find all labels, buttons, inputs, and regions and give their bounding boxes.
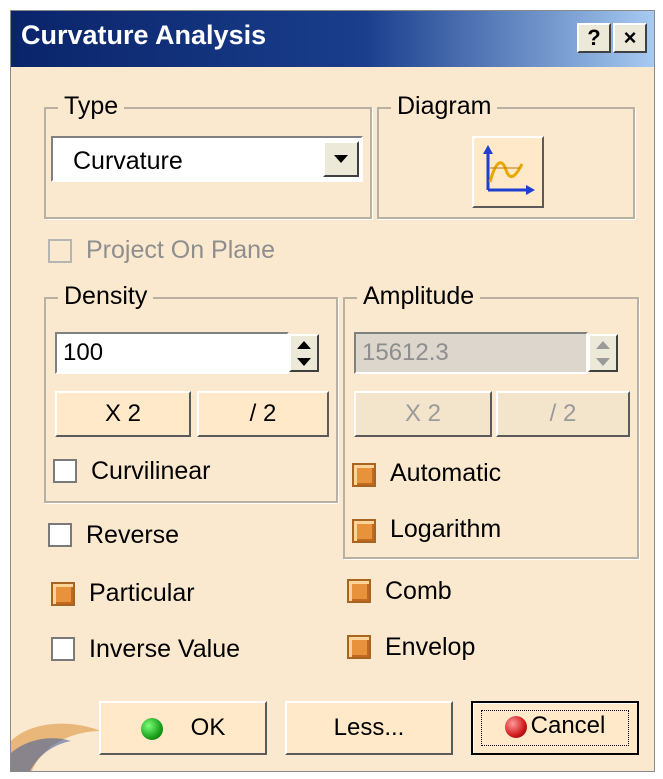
curve-diagram-icon (483, 145, 535, 195)
ok-button-label: OK (190, 714, 226, 741)
diagram-group: Diagram (377, 92, 635, 219)
curvilinear-label: Curvilinear (91, 457, 211, 485)
type-dropdown-button[interactable] (323, 141, 359, 177)
reverse-label: Reverse (86, 521, 180, 549)
inverse-value-label: Inverse Value (89, 635, 241, 663)
envelop-option[interactable] (347, 635, 371, 659)
project-on-plane-checkbox[interactable] (48, 239, 72, 263)
amplitude-group-title: Amplitude (357, 282, 481, 311)
density-spin-up[interactable] (291, 336, 317, 353)
envelop-label: Envelop (385, 633, 476, 661)
focus-rect (481, 710, 629, 746)
particular-label: Particular (89, 579, 195, 607)
amplitude-div2-button[interactable]: / 2 (496, 391, 630, 437)
density-group-title: Density (58, 282, 154, 311)
amplitude-group: Amplitude 15612.3 X 2 / 2 Automatic Loga… (343, 282, 639, 559)
less-button[interactable]: Less... (285, 701, 453, 755)
density-input[interactable]: 100 (55, 332, 289, 374)
reverse-checkbox[interactable] (48, 523, 72, 547)
automatic-option[interactable] (352, 463, 376, 487)
chevron-down-icon (334, 155, 348, 163)
close-button[interactable]: × (613, 23, 647, 53)
curvilinear-checkbox[interactable] (53, 459, 77, 483)
curvature-analysis-dialog: Curvature Analysis ? × Type Curvature Di… (10, 10, 655, 772)
ok-button[interactable]: OK (99, 701, 267, 755)
density-group: Density 100 X 2 / 2 Curvilinear (44, 282, 338, 503)
amplitude-x2-button[interactable]: X 2 (354, 391, 492, 437)
type-combobox-value: Curvature (73, 147, 183, 175)
window-title: Curvature Analysis (21, 20, 267, 50)
decorative-swoosh (11, 723, 101, 771)
comb-label: Comb (385, 577, 452, 605)
amplitude-spin-down[interactable] (590, 353, 616, 370)
comb-option[interactable] (347, 579, 371, 603)
amplitude-spin-up[interactable] (590, 336, 616, 353)
cancel-button[interactable]: Cancel (471, 701, 639, 755)
type-group: Type Curvature (44, 92, 372, 219)
title-bar[interactable]: Curvature Analysis ? × (11, 11, 654, 67)
particular-option[interactable] (51, 582, 75, 606)
density-spinner[interactable] (289, 334, 319, 372)
automatic-label: Automatic (390, 459, 502, 487)
logarithm-label: Logarithm (390, 515, 502, 543)
type-group-title: Type (58, 92, 125, 121)
density-div2-button[interactable]: / 2 (197, 391, 329, 437)
diagram-button[interactable] (472, 136, 544, 208)
project-on-plane-label: Project On Plane (86, 236, 275, 264)
green-ball-icon (140, 717, 163, 740)
help-button[interactable]: ? (577, 23, 611, 53)
logarithm-option[interactable] (352, 519, 376, 543)
diagram-group-title: Diagram (391, 92, 498, 121)
inverse-value-checkbox[interactable] (51, 637, 75, 661)
density-spin-down[interactable] (291, 353, 317, 370)
amplitude-input[interactable]: 15612.3 (354, 332, 588, 374)
type-combobox[interactable]: Curvature (51, 136, 363, 182)
density-x2-button[interactable]: X 2 (55, 391, 191, 437)
amplitude-spinner[interactable] (588, 334, 618, 372)
